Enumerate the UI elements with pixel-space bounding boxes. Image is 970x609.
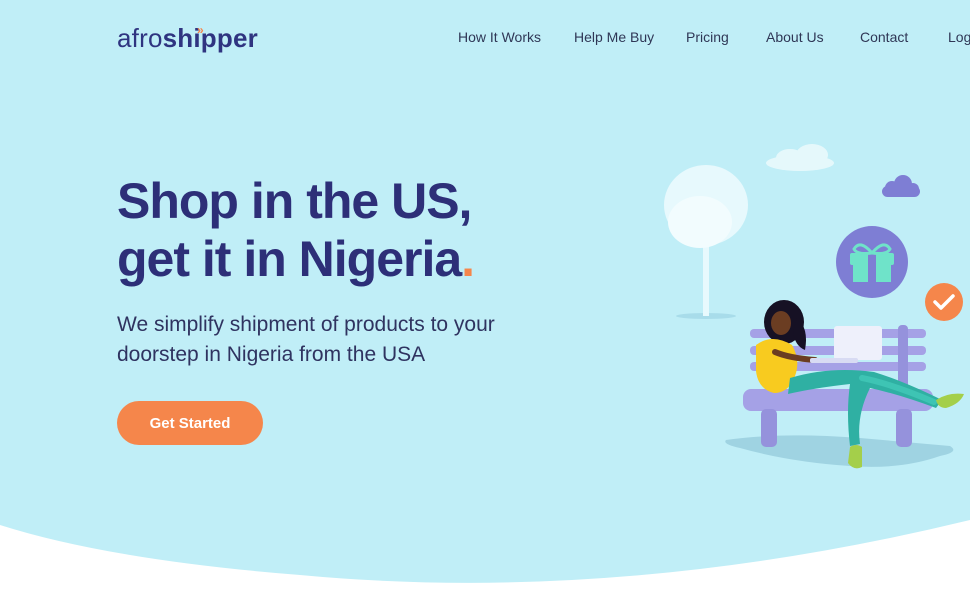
nav-contact[interactable]: Contact	[860, 29, 908, 45]
headline-dot: .	[461, 231, 475, 287]
logo[interactable]: afroshipper »	[117, 22, 258, 54]
tree-icon	[664, 165, 748, 319]
cloud-small-icon	[882, 175, 920, 197]
headline-line-2: get it in Nigeria	[117, 231, 462, 287]
hero-illustration	[664, 144, 964, 469]
hero-headline: Shop in the US, get it in Nigeria.	[117, 172, 475, 288]
nav-login[interactable]: Log	[948, 29, 970, 45]
cloud-icon	[766, 144, 834, 171]
check-icon	[925, 283, 963, 321]
headline-line-1: Shop in the US,	[117, 173, 472, 229]
logo-arrows-icon: »	[197, 23, 204, 37]
logo-text-light: afro	[117, 23, 163, 53]
nav-help-me-buy[interactable]: Help Me Buy	[574, 29, 654, 45]
hero-subheadline: We simplify shipment of products to your…	[117, 313, 495, 366]
get-started-button[interactable]: Get Started	[117, 401, 263, 445]
logo-text-bold: shipper	[162, 23, 258, 53]
nav-pricing[interactable]: Pricing	[686, 29, 729, 45]
nav-how-it-works[interactable]: How It Works	[458, 29, 541, 45]
nav-about-us[interactable]: About Us	[766, 29, 824, 45]
gift-icon	[836, 226, 908, 298]
